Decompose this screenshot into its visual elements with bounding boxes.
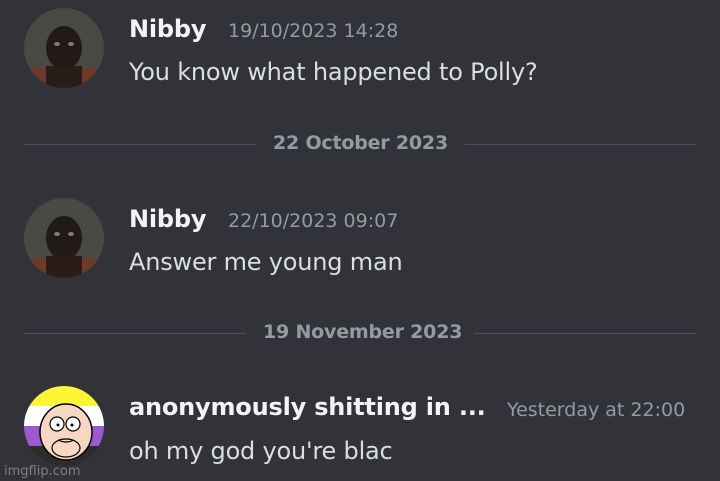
message-content: oh my god you're blac — [129, 437, 393, 465]
message-timestamp: 19/10/2023 14:28 — [228, 20, 399, 42]
divider-line — [465, 144, 696, 145]
date-divider: 22 October 2023 — [24, 132, 696, 156]
divider-line — [24, 333, 246, 334]
divider-line — [24, 144, 256, 145]
message-group: anonymously shitting in ... Yesterday at… — [0, 378, 720, 478]
message-group: Nibby 22/10/2023 09:07 Answer me young m… — [0, 190, 720, 290]
divider-label: 22 October 2023 — [273, 132, 448, 154]
message-author[interactable]: anonymously shitting in ... — [129, 393, 486, 421]
avatar-image — [24, 198, 104, 278]
user-avatar[interactable] — [24, 8, 104, 88]
message-timestamp: 22/10/2023 09:07 — [228, 210, 399, 232]
watermark: imgflip.com — [4, 464, 81, 479]
avatar-image — [24, 8, 104, 88]
message-content: Answer me young man — [129, 248, 403, 276]
message-author[interactable]: Nibby — [129, 205, 207, 233]
avatar-image — [24, 386, 104, 466]
user-avatar[interactable] — [24, 198, 104, 278]
divider-line — [474, 333, 696, 334]
user-avatar[interactable] — [24, 386, 104, 466]
divider-label: 19 November 2023 — [263, 321, 463, 343]
message-group: Nibby 19/10/2023 14:28 You know what hap… — [0, 0, 720, 130]
message-timestamp: Yesterday at 22:00 — [507, 399, 686, 421]
date-divider: 19 November 2023 — [24, 321, 696, 345]
message-author[interactable]: Nibby — [129, 15, 207, 43]
message-content: You know what happened to Polly? — [129, 58, 538, 86]
